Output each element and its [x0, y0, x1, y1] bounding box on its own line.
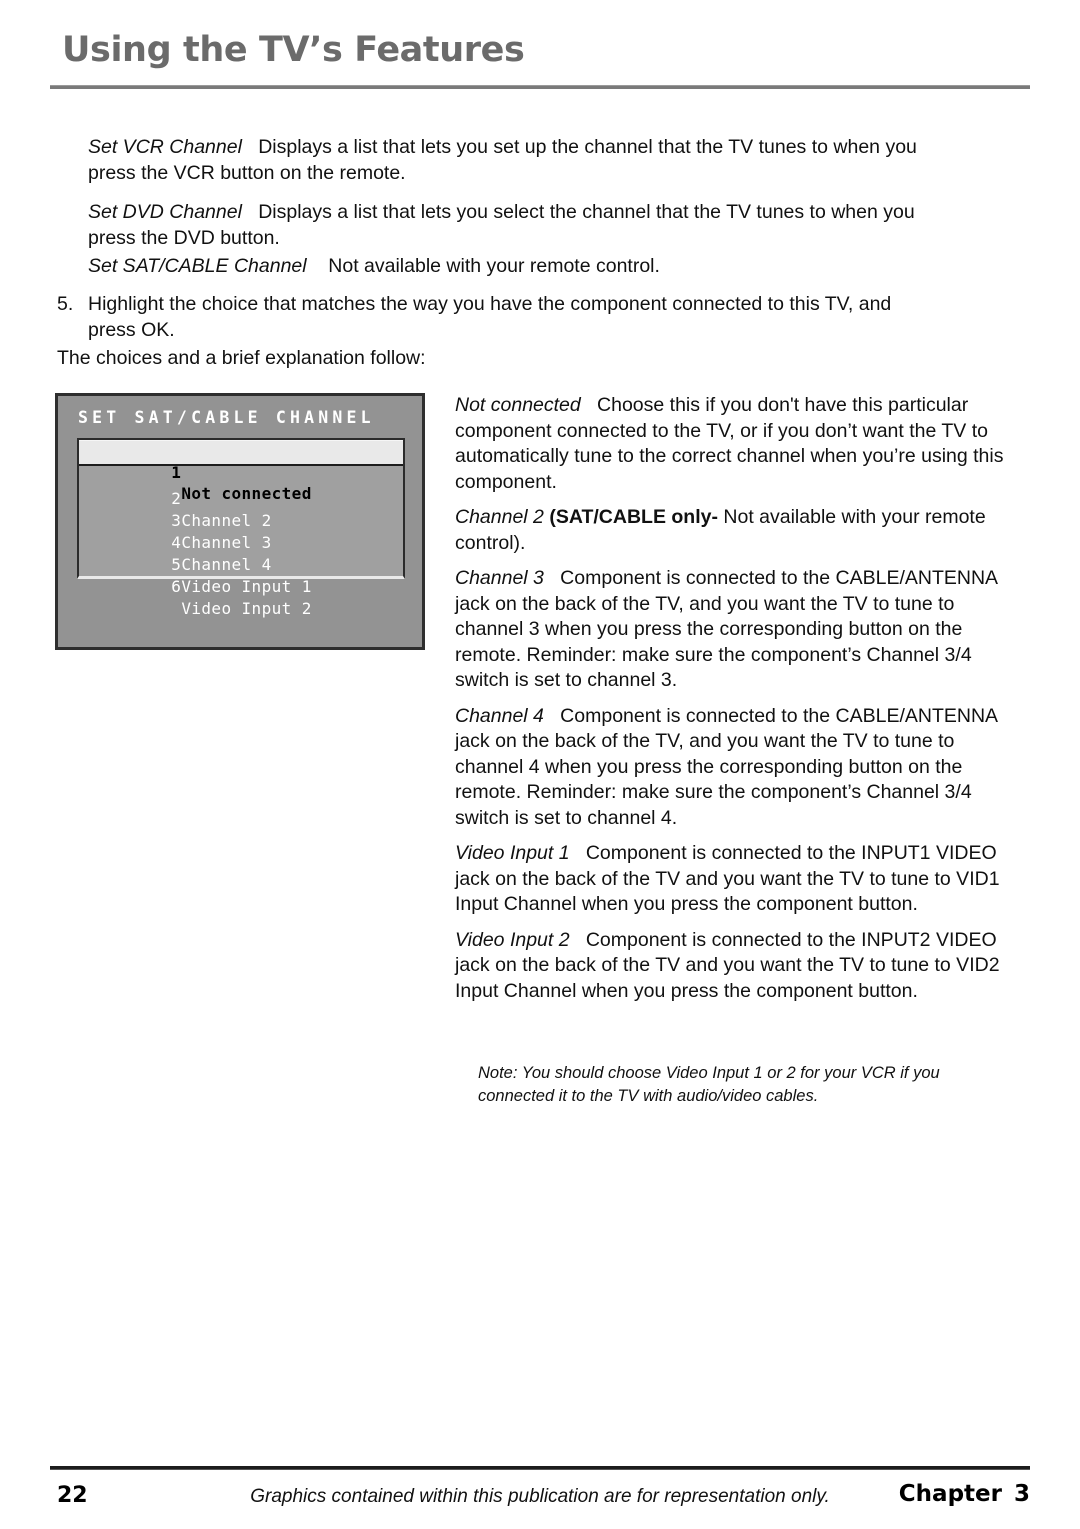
description-not-connected: Not connected Choose this if you don't h…: [455, 393, 1025, 495]
description-channel-2-bold: (SAT/CABLE only-: [549, 506, 718, 528]
footer-chapter-label: Chapter: [898, 1481, 1002, 1507]
term-video-input-1: Video Input 1: [455, 842, 570, 864]
tv-osd-item-index: 5: [171, 555, 182, 574]
footer-disclaimer: Graphics contained within this publicati…: [250, 1486, 830, 1507]
tv-osd-list[interactable]: 1 Not connected 2 Channel 2 3 Channel 3 …: [77, 438, 405, 618]
description-video-input-1: Video Input 1 Component is connected to …: [455, 841, 1025, 918]
tv-osd-item-label-text: Channel 2: [181, 511, 272, 530]
tv-osd-item-index: 4: [171, 533, 182, 552]
term-channel-2: Channel 2: [455, 506, 544, 528]
term-set-dvd-channel: Set DVD Channel: [88, 201, 242, 223]
description-channel-2: Channel 2 (SAT/CABLE only- Not available…: [455, 505, 1025, 556]
footer-divider: [50, 1466, 1030, 1470]
term-channel-3: Channel 3: [455, 567, 544, 589]
tv-osd-item-label-text: Not connected: [181, 484, 312, 503]
term-video-input-2: Video Input 2: [455, 928, 570, 951]
header-divider: [50, 85, 1030, 89]
description-video-input-2: Video Input 2 Component is connected to …: [455, 928, 1025, 1005]
tv-osd-panel: SET SAT/CABLE CHANNEL 1 Not connected 2 …: [55, 393, 425, 650]
page-title: Using the TV’s Features: [62, 30, 525, 70]
term-channel-4: Channel 4: [455, 704, 544, 727]
tv-osd-item-space: [171, 599, 181, 618]
descriptions-column: Not connected Choose this if you don't h…: [455, 393, 1025, 1014]
tv-osd-item-index: 3: [171, 511, 182, 530]
tv-osd-item-label-text: Video Input 2: [181, 599, 312, 618]
step-5-text: Highlight the choice that matches the wa…: [88, 293, 892, 341]
paragraph-set-sat-cable-channel: Set SAT/CABLE Channel Not available with…: [88, 253, 928, 279]
step-5-number: 5.: [57, 293, 74, 315]
term-set-sat-cable-channel: Set SAT/CABLE Channel: [88, 255, 307, 277]
tv-osd-item-index: 6: [171, 577, 182, 596]
note-text: Note: You should choose Video Input 1 or…: [478, 1064, 940, 1105]
footer-page-number: 22: [57, 1483, 88, 1508]
tv-osd-item-index: 2: [171, 489, 182, 508]
footer-chapter: Chapter 3: [899, 1481, 1030, 1507]
description-channel-4: Channel 4 Component is connected to the …: [455, 704, 1025, 832]
footer-chapter-number: 3: [1013, 1481, 1030, 1507]
term-set-vcr-channel: Set VCR Channel: [88, 136, 242, 158]
tv-osd-item-label-text: Channel 4: [181, 555, 272, 574]
paragraph-set-sat-cable-channel-text: Not available with your remote control.: [328, 255, 660, 277]
description-channel-3: Channel 3 Component is connected to the …: [455, 566, 1025, 694]
tv-osd-item-label-text: Video Input 1: [181, 577, 312, 596]
tv-osd-item-index: 1: [171, 463, 182, 482]
step-5: 5. Highlight the choice that matches the…: [57, 291, 937, 343]
document-page: Using the TV’s Features Set VCR Channel …: [0, 0, 1080, 1529]
term-not-connected: Not connected: [455, 394, 581, 416]
choices-intro: The choices and a brief explanation foll…: [57, 347, 426, 369]
tv-osd-title: SET SAT/CABLE CHANNEL: [78, 408, 375, 427]
tv-osd-item-label-text: Channel 3: [181, 533, 272, 552]
paragraph-set-vcr-channel: Set VCR Channel Displays a list that let…: [88, 134, 928, 186]
paragraph-set-dvd-channel: Set DVD Channel Displays a list that let…: [88, 199, 928, 251]
tv-osd-list-item-selected[interactable]: 1 Not connected: [79, 440, 403, 503]
